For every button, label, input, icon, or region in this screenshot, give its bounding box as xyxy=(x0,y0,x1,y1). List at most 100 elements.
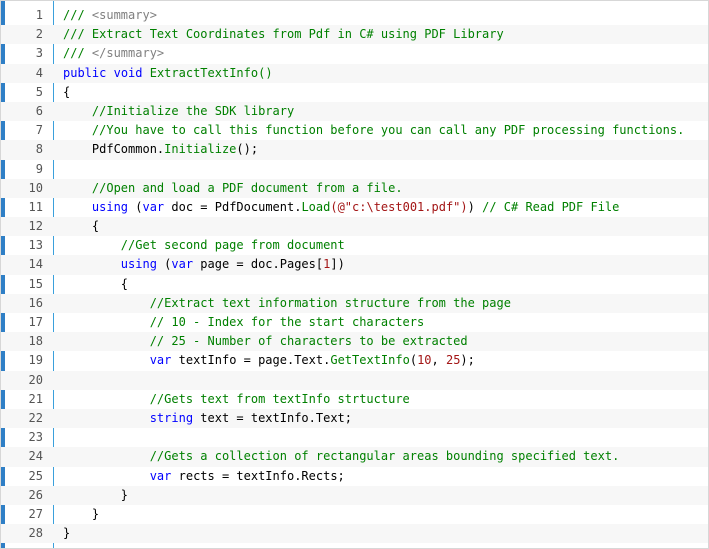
code-line: 28} xyxy=(1,524,708,544)
line-number: 10 xyxy=(28,180,43,195)
code-line: 19 var textInfo = page.Text.GetTextInfo(… xyxy=(1,351,708,370)
code-text: //Initialize the SDK library xyxy=(63,102,294,121)
code-line: 13 //Get second page from document xyxy=(1,236,708,255)
line-number: 27 xyxy=(28,506,43,521)
code-lines: 1 /// <summary> 2 /// Extract Text Coordina… xyxy=(1,6,708,544)
code-text: using (var doc = PdfDocument.Load(@"c:\t… xyxy=(63,198,619,217)
code-text: //Extract text information structure fro… xyxy=(63,294,511,313)
code-token: rects = textInfo.Rects; xyxy=(171,468,345,483)
code-line: 23 xyxy=(1,428,708,447)
line-number: 26 xyxy=(28,487,43,502)
code-token: var xyxy=(149,468,172,483)
line-number: 8 xyxy=(35,142,43,157)
code-line: 27 } xyxy=(1,505,708,524)
code-line: 21 //Gets text from textInfo strtucture xyxy=(1,390,708,409)
code-token: GetTextInfo xyxy=(330,353,410,368)
code-text: /// Extract Text Coordinates from Pdf in… xyxy=(63,25,504,44)
code-text: //Open and load a PDF document from a fi… xyxy=(63,179,403,198)
code-token: ExtractTextInfo() xyxy=(142,65,273,80)
code-token: ) xyxy=(467,199,483,214)
code-line: 6 //Initialize the SDK library xyxy=(1,101,708,122)
line-number: 23 xyxy=(28,430,43,445)
code-token: ( xyxy=(409,353,418,368)
code-token: Load xyxy=(301,199,331,214)
line-number: 17 xyxy=(28,315,43,329)
line-number: 4 xyxy=(35,65,43,80)
code-line: 1 /// <summary> xyxy=(1,6,708,25)
code-token: { xyxy=(63,276,129,291)
code-line: 12 { xyxy=(1,217,708,237)
line-number: 25 xyxy=(28,468,43,483)
code-token: var xyxy=(149,353,172,368)
line-number: 6 xyxy=(35,103,43,118)
code-token: ]) xyxy=(330,257,345,272)
code-line: 26 } xyxy=(1,485,708,505)
code-line: 16 //Extract text information structure … xyxy=(1,293,708,313)
code-text: { xyxy=(63,217,99,236)
code-token: //Get second page from document xyxy=(63,238,345,253)
code-block: 1 /// <summary> 2 /// Extract Text Coordina… xyxy=(0,0,709,549)
code-token: //Gets a collection of rectangular areas… xyxy=(63,449,620,464)
line-number: 12 xyxy=(28,219,43,234)
code-line: 24 //Gets a collection of rectangular ar… xyxy=(1,447,708,467)
code-token: // 25 - Number of characters to be extra… xyxy=(63,334,468,349)
line-number: 28 xyxy=(28,526,43,541)
code-line: 15 { xyxy=(1,275,708,294)
line-number: 19 xyxy=(28,353,43,368)
line-number: 7 xyxy=(35,123,43,138)
code-line: 5{ xyxy=(1,83,708,102)
code-token: textInfo = page.Text. xyxy=(171,353,331,368)
code-token: ( xyxy=(156,257,172,272)
code-token: doc = PdfDocument. xyxy=(164,199,302,214)
line-number: 13 xyxy=(28,238,43,253)
code-text: //Gets text from textInfo strtucture xyxy=(63,390,410,409)
code-token: ); xyxy=(460,353,475,368)
code-token: //You have to call this function before … xyxy=(63,123,685,138)
code-line: 10 //Open and load a PDF document from a… xyxy=(1,178,708,198)
code-token: var xyxy=(142,199,165,214)
line-number: 5 xyxy=(35,84,43,99)
code-text: { xyxy=(63,83,70,102)
code-text: public void ExtractTextInfo() xyxy=(63,64,273,83)
code-token: void xyxy=(113,65,143,80)
line-number: 14 xyxy=(28,257,43,272)
code-text: string text = textInfo.Text; xyxy=(63,409,352,428)
code-line: 7 //You have to call this function befor… xyxy=(1,121,708,140)
code-text: // 25 - Number of characters to be extra… xyxy=(63,332,468,351)
code-token: , xyxy=(431,353,446,368)
line-number: 15 xyxy=(28,276,43,291)
code-line: 2 /// Extract Text Coordinates from Pdf i… xyxy=(1,25,708,45)
code-token: (); xyxy=(236,142,259,157)
code-token: PdfCommon. xyxy=(63,142,165,157)
code-text: //You have to call this function before … xyxy=(63,121,684,140)
code-line: 20 xyxy=(1,370,708,390)
code-token: Initialize xyxy=(164,142,237,157)
code-token: } xyxy=(63,506,100,521)
code-text: var rects = textInfo.Rects; xyxy=(63,467,345,486)
line-number: 24 xyxy=(28,449,43,464)
code-line: 22 string text = textInfo.Text; xyxy=(1,408,708,429)
code-token: } xyxy=(63,526,71,541)
code-token: /// xyxy=(63,8,92,22)
code-text: } xyxy=(63,524,70,543)
code-line: 8 PdfCommon.Initialize(); xyxy=(1,140,708,160)
code-line: 14 using (var page = doc.Pages[1]) xyxy=(1,255,708,275)
code-token: public xyxy=(63,65,107,80)
code-line: 9 xyxy=(1,160,708,179)
code-token: //Extract text information structure fro… xyxy=(63,295,511,310)
code-token: page = doc.Pages[ xyxy=(193,257,324,272)
code-token: </summary> xyxy=(91,46,165,61)
code-text: } xyxy=(63,505,99,524)
code-text: using (var page = doc.Pages[1]) xyxy=(63,255,345,274)
code-token: /// xyxy=(63,46,92,61)
code-text: //Get second page from document xyxy=(63,236,345,255)
line-number: 11 xyxy=(28,199,43,214)
code-text: PdfCommon.Initialize(); xyxy=(63,140,258,159)
code-line: 25 var rects = textInfo.Rects; xyxy=(1,467,708,486)
code-line: 11 using (var doc = PdfDocument.Load(@"c… xyxy=(1,198,708,217)
code-token: //Initialize the SDK library xyxy=(63,103,295,118)
